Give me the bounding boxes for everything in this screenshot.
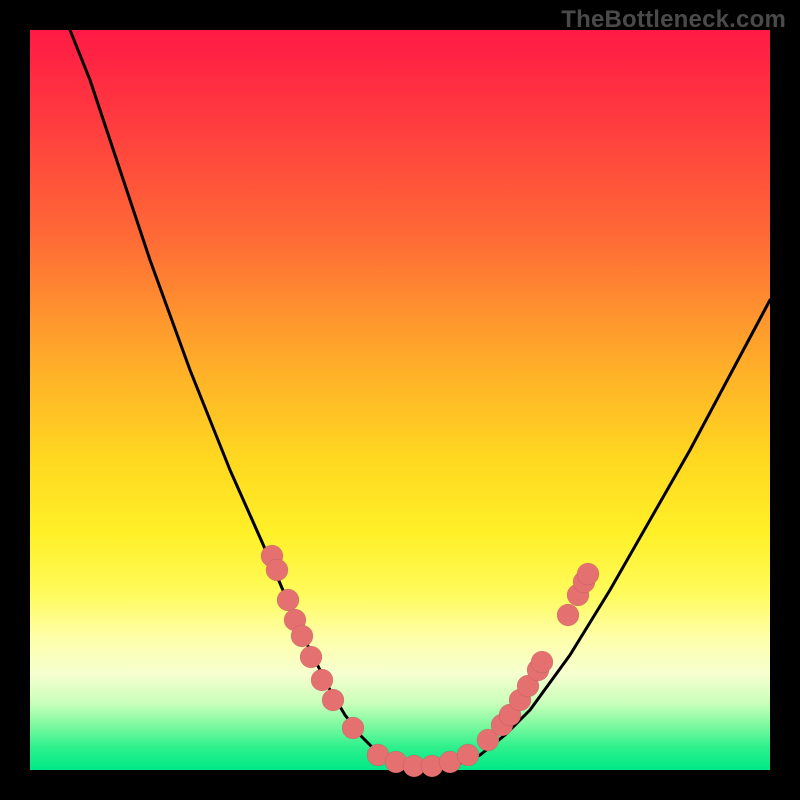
dot-left-8 xyxy=(342,717,364,739)
dot-left-1 xyxy=(266,559,288,581)
dot-left-7 xyxy=(322,689,344,711)
dot-right-6 xyxy=(531,651,553,673)
dots-left-group xyxy=(261,545,364,739)
dot-left-6 xyxy=(311,669,333,691)
chart-svg xyxy=(30,30,770,770)
dot-right-7 xyxy=(557,604,579,626)
dot-left-4 xyxy=(291,625,313,647)
dot-left-5 xyxy=(300,646,322,668)
dot-bottom-5 xyxy=(457,744,479,766)
dot-left-2 xyxy=(277,589,299,611)
bottleneck-curve xyxy=(70,30,770,770)
dot-right-10 xyxy=(577,563,599,585)
chart-frame: TheBottleneck.com xyxy=(0,0,800,800)
dots-right-group xyxy=(477,563,599,751)
dots-bottom-group xyxy=(367,744,479,777)
plot-area xyxy=(30,30,770,770)
